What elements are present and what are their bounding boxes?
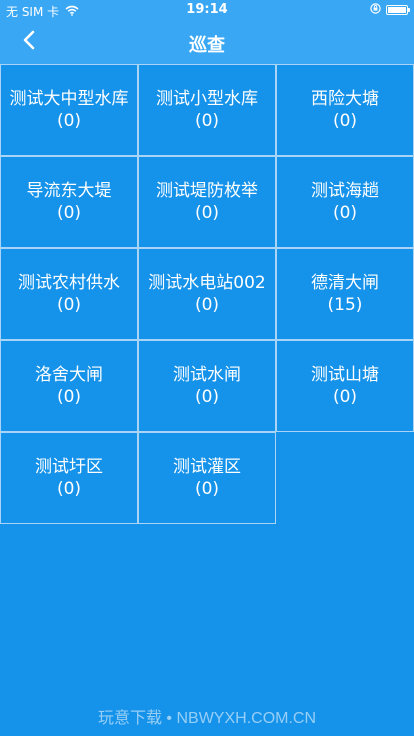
nav-bar: 巡查 — [0, 20, 414, 64]
grid-item[interactable]: 德清大闸 (15) — [276, 248, 414, 340]
battery-icon — [386, 5, 410, 15]
grid-item[interactable]: 测试大中型水库 (0) — [0, 64, 138, 156]
status-bar: 无 SIM 卡 19:14 — [0, 0, 414, 20]
grid-item-name: 西险大塘 — [311, 89, 379, 109]
grid-item-count: (0) — [332, 387, 358, 407]
grid-item-name: 洛舍大闸 — [35, 365, 103, 385]
grid-item-count: (0) — [56, 479, 82, 499]
grid-item-count: (0) — [332, 203, 358, 223]
grid-item-name: 德清大闸 — [311, 273, 379, 293]
grid-item-count: (0) — [56, 387, 82, 407]
grid-item-name: 测试堤防枚举 — [156, 181, 258, 201]
grid-item-count: (0) — [56, 203, 82, 223]
watermark: 玩意下载 • NBWYXH.COM.CN — [97, 710, 317, 727]
grid-item-count: (0) — [194, 295, 220, 315]
grid-item[interactable]: 测试灌区 (0) — [138, 432, 276, 524]
grid-item-name: 测试水电站002 — [148, 273, 266, 293]
grid-item[interactable]: 测试海趟 (0) — [276, 156, 414, 248]
grid-item-count: (15) — [327, 295, 363, 315]
grid-item-name: 测试灌区 — [173, 457, 241, 477]
grid-item-count: (0) — [194, 387, 220, 407]
grid-item-count: (0) — [332, 111, 358, 131]
status-time: 19:14 — [186, 2, 228, 17]
page-title: 巡查 — [189, 35, 225, 56]
grid-item-name: 测试农村供水 — [18, 273, 120, 293]
grid-item-count: (0) — [56, 111, 82, 131]
grid-item-name: 测试大中型水库 — [9, 89, 129, 109]
status-right — [370, 3, 410, 17]
grid-item-name: 导流东大堤 — [26, 181, 112, 201]
grid-item-name: 测试海趟 — [311, 181, 379, 201]
grid-item[interactable]: 测试圩区 (0) — [0, 432, 138, 524]
grid-item[interactable]: 西险大塘 (0) — [276, 64, 414, 156]
grid-item-count: (0) — [194, 479, 220, 499]
grid-item[interactable]: 测试水闸 (0) — [138, 340, 276, 432]
grid-item[interactable]: 测试小型水库 (0) — [138, 64, 276, 156]
grid-item-name: 测试山塘 — [311, 365, 379, 385]
grid-item-count: (0) — [194, 111, 220, 131]
grid-item-name: 测试水闸 — [173, 365, 241, 385]
grid-item[interactable]: 测试水电站002 (0) — [138, 248, 276, 340]
grid-item[interactable]: 洛舍大闸 (0) — [0, 340, 138, 432]
grid-item-count: (0) — [56, 295, 82, 315]
grid-item[interactable]: 测试山塘 (0) — [276, 340, 414, 432]
grid-item[interactable]: 测试农村供水 (0) — [0, 248, 138, 340]
grid-item-count: (0) — [194, 203, 220, 223]
grid-item-name: 测试圩区 — [35, 457, 103, 477]
orientation-lock-icon — [370, 3, 381, 17]
grid-item-name: 测试小型水库 — [156, 89, 258, 109]
grid-item[interactable]: 导流东大堤 (0) — [0, 156, 138, 248]
grid-item[interactable]: 测试堤防枚举 (0) — [138, 156, 276, 248]
